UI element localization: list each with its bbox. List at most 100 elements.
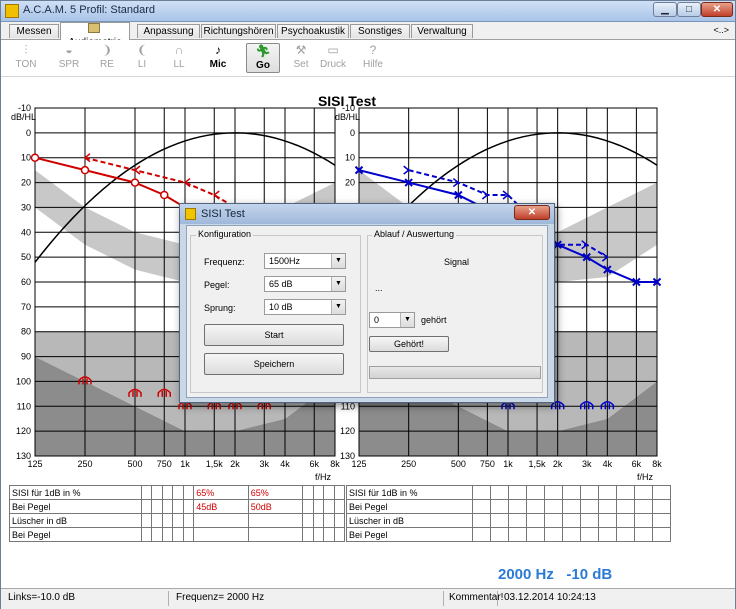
row-label: Bei Pegel: [9, 527, 142, 542]
table-cell: [151, 485, 163, 500]
sprung-select[interactable]: 10 dB ▼: [264, 299, 346, 315]
heard-count-value: 0: [374, 315, 380, 325]
heard-button[interactable]: Gehört!: [369, 336, 449, 352]
table-row: Bei Pegel: [9, 527, 345, 542]
dialog-close-button[interactable]: ✕: [514, 205, 550, 220]
table-cell: [323, 499, 335, 514]
data-point: [30, 153, 40, 162]
table-row: Bei Pegel: [346, 499, 671, 514]
tab-psychoakustik[interactable]: Psychoakustik: [277, 24, 349, 38]
row-label: Lüscher in dB: [346, 513, 473, 528]
table-cell: [312, 485, 325, 500]
maximize-button[interactable]: □: [677, 2, 701, 17]
chevron-down-icon: ▼: [331, 300, 345, 314]
toolbar-mic-button[interactable]: ♪ Mic: [201, 43, 235, 73]
dialog-title: SISI Test: [201, 208, 245, 220]
tab-label: Psychoakustik: [281, 26, 345, 37]
toolbar-hilfe-button[interactable]: ? Hilfe: [356, 43, 390, 73]
left-ear-icon: ❨: [136, 43, 148, 57]
table-row: Bei Pegel 45dB 50dB: [9, 499, 345, 514]
x-tick-label: 750: [480, 459, 495, 469]
toolbar-ll-button[interactable]: ∩ LL: [162, 43, 196, 73]
table-cell: [312, 527, 325, 542]
table-cell: [172, 485, 184, 500]
status-separator: [497, 591, 498, 606]
data-point: [80, 165, 90, 175]
toolbar-set-button[interactable]: ⚒ Set: [284, 43, 318, 73]
row-label: SISI für 1dB in %: [9, 485, 142, 500]
pegel-select[interactable]: 65 dB ▼: [264, 276, 346, 292]
table-cell: [302, 513, 314, 528]
dialog-title-bar: SISI Test ✕: [180, 204, 554, 224]
row-label: Bei Pegel: [9, 499, 142, 514]
toolbar-li-button[interactable]: ❨ LI: [125, 43, 159, 73]
heard-count-select[interactable]: 0 ▼: [369, 312, 415, 328]
y-tick-label: 60: [21, 277, 31, 287]
toolbar-go-button[interactable]: 🏃︎ Go: [246, 43, 280, 73]
tab-label: Verwaltung: [417, 26, 467, 37]
sliders-icon: ⫶: [24, 43, 28, 57]
tab-verwaltung[interactable]: Verwaltung: [411, 24, 473, 38]
results-table-right: SISI für 1dB in % 65% 65% Bei Pegel 45dB 50dB…: [9, 485, 345, 542]
table-cell: [182, 485, 195, 500]
table-cell: [526, 485, 545, 500]
minimize-button[interactable]: ▁: [653, 2, 677, 17]
tab-richtungshoeren[interactable]: Richtungshören: [201, 24, 276, 38]
tab-scroll-button[interactable]: <..>: [713, 25, 729, 35]
y-tick-label: 30: [21, 202, 31, 212]
tab-messen[interactable]: Messen: [9, 24, 59, 38]
table-cell: [598, 527, 617, 542]
y-tick-label: 90: [21, 352, 31, 362]
start-button[interactable]: Start: [204, 324, 344, 346]
table-cell: [652, 513, 671, 528]
tab-anpassung[interactable]: Anpassung: [137, 24, 200, 38]
sprung-value: 10 dB: [269, 302, 293, 312]
table-cell: [526, 527, 545, 542]
table-cell: [172, 527, 184, 542]
printer-icon: ▭: [327, 43, 339, 57]
table-cell: [333, 527, 345, 542]
toolbar: ⫶ TON ◒ SPR ❩ RE ❨ LI ∩ LL ♪ Mic 🏃︎ Go ⚒ Set ▭ Dr…: [1, 40, 735, 77]
table-cell: [580, 527, 599, 542]
y-tick-label: 100: [16, 376, 31, 386]
tab-sonstiges[interactable]: Sonstiges: [350, 24, 410, 38]
table-cell: [472, 485, 491, 500]
status-datetime: 03.12.2014 10:24:13: [504, 592, 596, 603]
data-point: [130, 178, 140, 187]
close-button[interactable]: ✕: [701, 2, 733, 17]
data-point: [403, 165, 410, 175]
table-cell: [472, 527, 491, 542]
row-label: Lüscher in dB: [9, 513, 142, 528]
status-bar: Links=-10.0 dB Frequenz= 2000 Hz Komment…: [1, 588, 735, 609]
table-cell: [302, 527, 314, 542]
y-tick-label: 20: [345, 178, 355, 188]
run-icon: 🏃︎: [255, 44, 271, 58]
table-cell: [616, 513, 635, 528]
toolbar-re-button[interactable]: ❩ RE: [90, 43, 124, 73]
signal-label: Signal: [444, 257, 470, 267]
chevron-down-icon: ▼: [331, 254, 345, 268]
dialog-body: Konfiguration Frequenz: 1500Hz ▼ Pegel: 6…: [186, 225, 548, 398]
x-tick-label: 500: [451, 459, 466, 469]
tool-label: SPR: [58, 59, 80, 70]
table-cell: [598, 513, 617, 528]
frequenz-select[interactable]: 1500Hz ▼: [264, 253, 346, 269]
x-tick-label: 3k: [582, 459, 592, 469]
table-cell: [562, 499, 581, 514]
tab-audiometrie[interactable]: Audiometrie: [60, 22, 130, 48]
tool-label: Go: [256, 60, 270, 71]
current-level: -10 dB: [566, 566, 613, 583]
row-label: Bei Pegel: [346, 499, 473, 514]
save-button[interactable]: Speichern: [204, 353, 344, 375]
chevron-down-icon: ▼: [400, 313, 414, 327]
toolbar-druck-button[interactable]: ▭ Druck: [316, 43, 350, 73]
dialog-app-icon: [185, 208, 196, 220]
y-tick-label: 120: [16, 426, 31, 436]
table-cell: [490, 499, 509, 514]
table-cell: [140, 527, 153, 542]
table-cell: [333, 485, 345, 500]
microphone-icon: ♪: [215, 43, 221, 57]
status-comment[interactable]: Kommentar!: [449, 592, 503, 603]
toolbar-ton-button[interactable]: ⫶ TON: [9, 43, 43, 73]
toolbar-spr-button[interactable]: ◒ SPR: [52, 43, 86, 73]
